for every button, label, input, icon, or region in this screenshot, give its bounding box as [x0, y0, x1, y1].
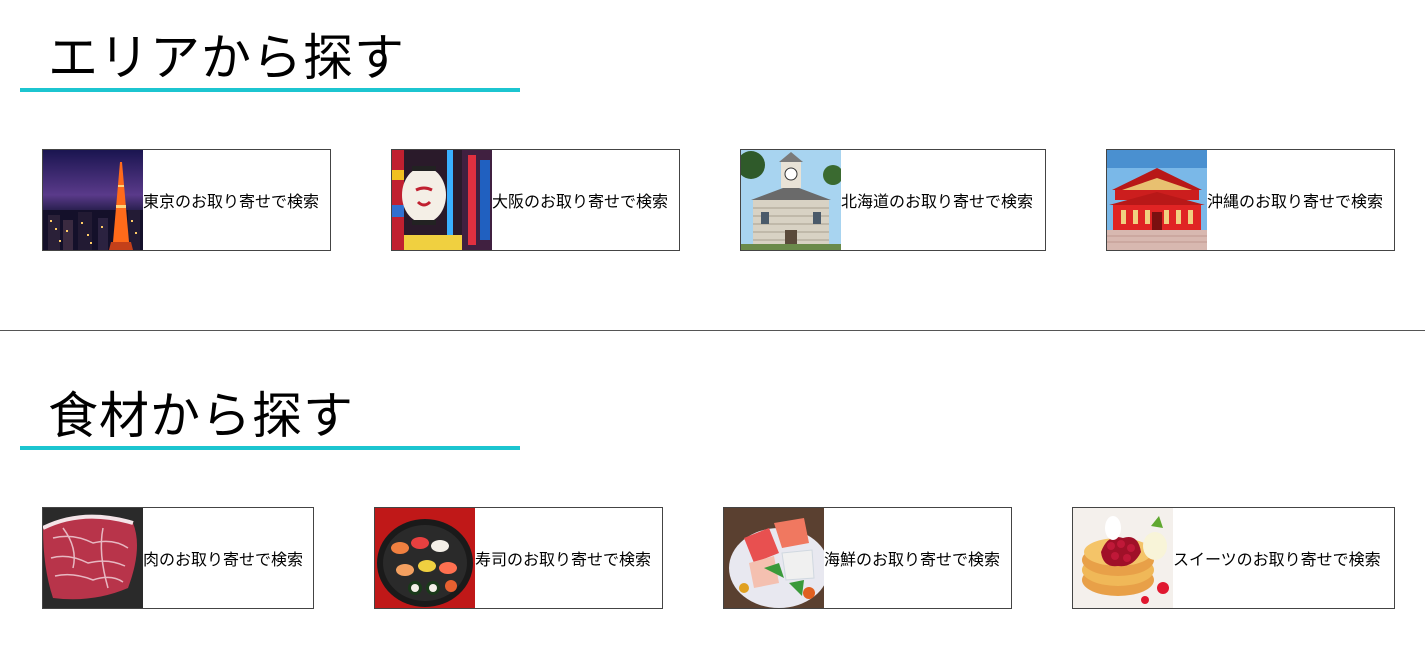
sushi-platter-photo: [375, 508, 475, 608]
area-card-label: 大阪のお取り寄せで検索: [492, 192, 669, 211]
area-card-label: 東京のお取り寄せで検索: [143, 192, 320, 211]
food-card-label: 肉のお取り寄せで検索: [143, 550, 304, 569]
tokyo-tower-night-photo: [43, 150, 143, 250]
area-card-hokkaido[interactable]: 北海道のお取り寄せで検索: [740, 149, 1046, 251]
food-card-label: 海鮮のお取り寄せで検索: [824, 550, 1001, 569]
sapporo-clock-tower-photo: [741, 150, 841, 250]
area-card-label: 北海道のお取り寄せで検索: [841, 192, 1034, 211]
food-section-heading: 食材から探す: [20, 386, 520, 450]
section-divider: [0, 330, 1425, 331]
area-section-title: エリアから探す: [48, 29, 405, 87]
sashimi-seafood-photo: [724, 508, 824, 608]
area-card-label: 沖縄のお取り寄せで検索: [1207, 192, 1384, 211]
food-card-seafood[interactable]: 海鮮のお取り寄せで検索: [723, 507, 1012, 609]
food-card-sushi[interactable]: 寿司のお取り寄せで検索: [374, 507, 663, 609]
pancake-dessert-photo: [1073, 508, 1173, 608]
food-card-sweets[interactable]: スイーツのお取り寄せで検索: [1072, 507, 1395, 609]
area-section-heading: エリアから探す: [20, 28, 520, 92]
area-card-osaka[interactable]: 大阪のお取り寄せで検索: [391, 149, 680, 251]
food-card-label: 寿司のお取り寄せで検索: [475, 550, 652, 569]
osaka-dotonbori-lantern-photo: [392, 150, 492, 250]
marbled-beef-photo: [43, 508, 143, 608]
food-card-meat[interactable]: 肉のお取り寄せで検索: [42, 507, 314, 609]
food-card-label: スイーツのお取り寄せで検索: [1173, 550, 1381, 569]
food-search-section: 食材から探す 肉のお取り寄せで検索 寿司のお取り寄せで検索 海鮮のお取り寄せで検…: [0, 332, 1425, 664]
area-card-tokyo[interactable]: 東京のお取り寄せで検索: [42, 149, 331, 251]
area-card-okinawa[interactable]: 沖縄のお取り寄せで検索: [1106, 149, 1395, 251]
food-section-title: 食材から探す: [48, 387, 354, 445]
shuri-castle-photo: [1107, 150, 1207, 250]
area-search-section: エリアから探す 東京のお取り寄せで検索 大阪のお取り寄せで検索 北海道のお取り寄…: [0, 0, 1425, 330]
